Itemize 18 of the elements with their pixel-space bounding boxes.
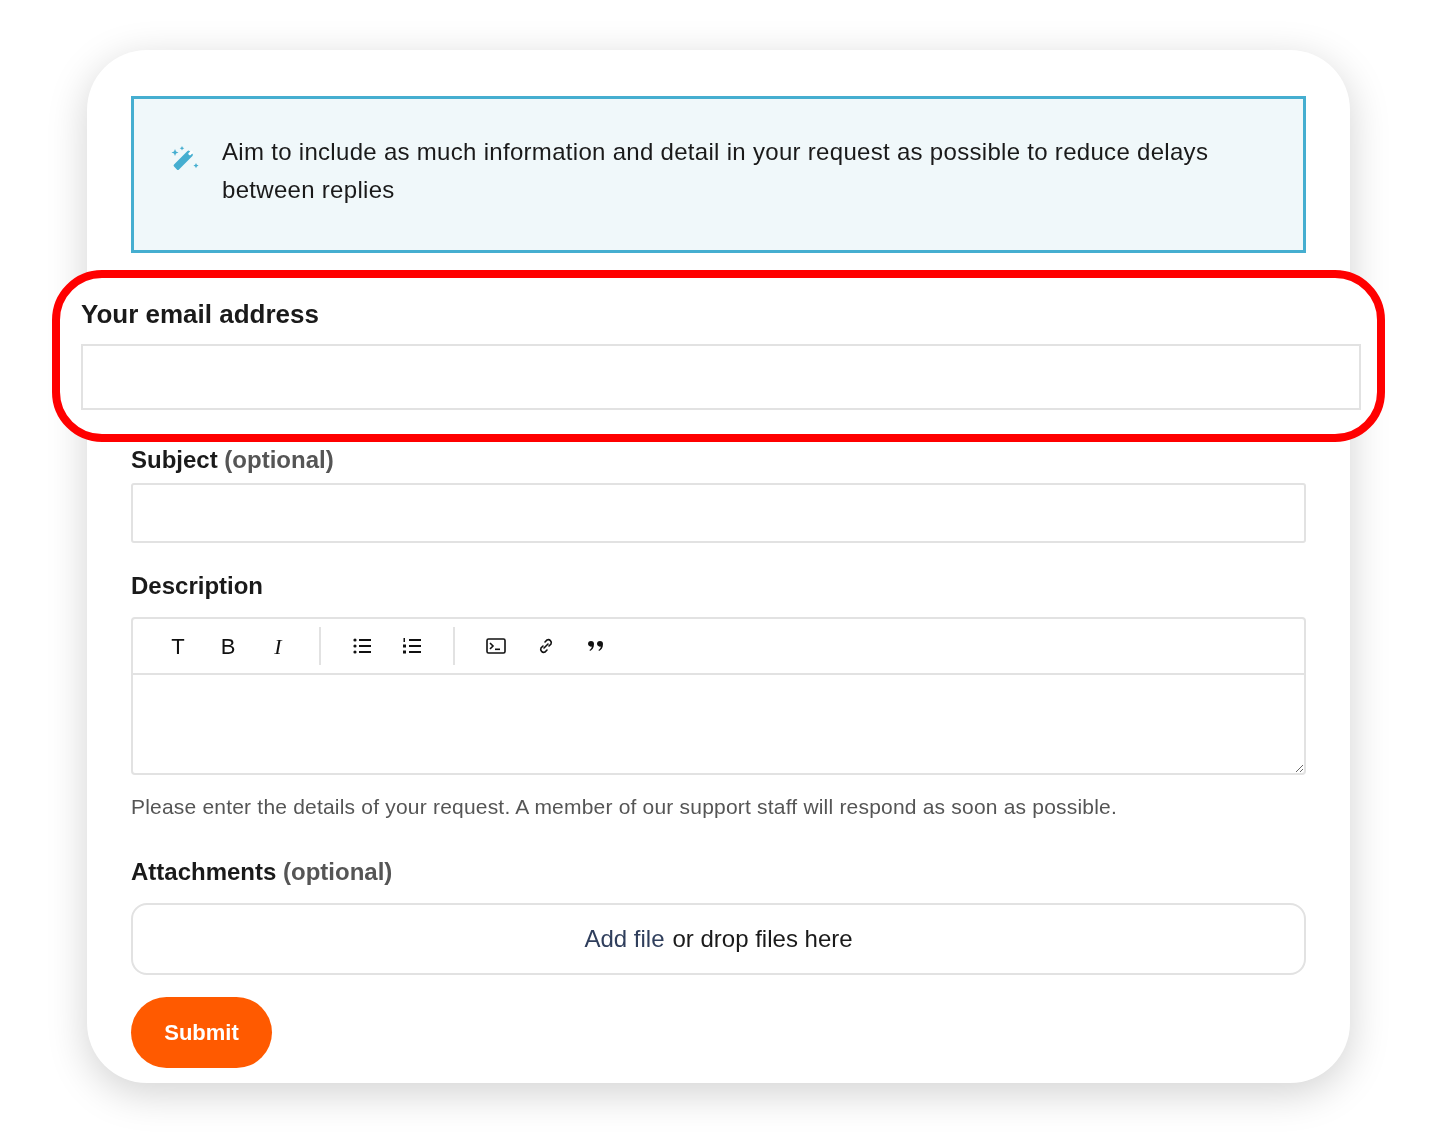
drop-files-text: or drop files here [672, 923, 853, 954]
heading-button[interactable]: T [153, 626, 203, 666]
field-label: Description [131, 571, 265, 601]
numbered-list-icon [402, 636, 422, 656]
add-file-link[interactable]: Add file [584, 920, 665, 957]
terminal-icon [486, 636, 506, 656]
italic-button[interactable]: I [253, 626, 303, 666]
hint-text: Please enter the details of your request. A member of our support staff will respond as soon as possible. [131, 794, 1118, 820]
subject-field[interactable] [131, 483, 1306, 543]
description-editor[interactable]: T B I [131, 617, 1306, 775]
field-label: Attachments (optional) [131, 856, 394, 887]
notice-text: Aim to include as much information and detail in your request as possible to reduce delays between replies [222, 137, 1210, 205]
bold-button[interactable]: B [203, 626, 253, 666]
field-label: Your email address [81, 298, 320, 330]
file-drop-zone[interactable]: Add file or drop files here [131, 902, 1306, 975]
email-field[interactable] [81, 344, 1361, 410]
list-icon [352, 636, 372, 656]
field-label: Subject (optional) [131, 446, 334, 473]
